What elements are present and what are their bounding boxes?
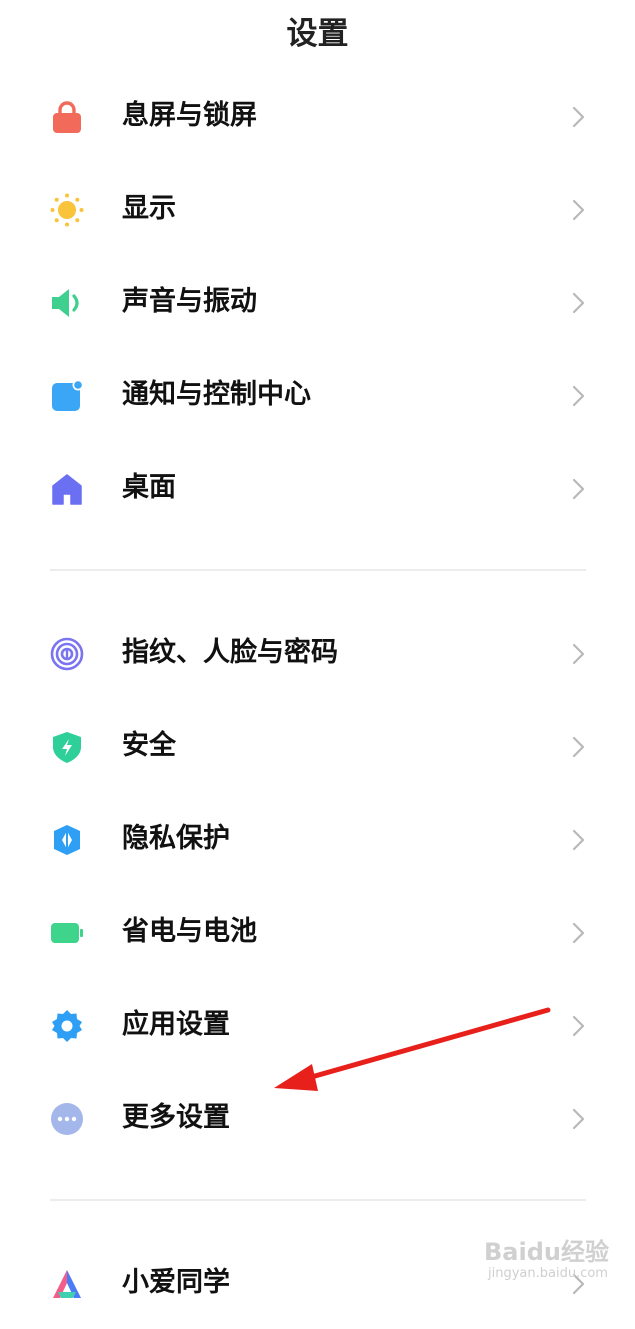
home-icon xyxy=(50,472,84,506)
settings-item-label: 省电与电池 xyxy=(122,916,257,947)
xiaoai-icon xyxy=(50,1267,84,1301)
settings-item-label: 应用设置 xyxy=(122,1009,230,1040)
section-divider xyxy=(50,569,586,571)
sun-icon xyxy=(50,193,84,227)
chevron-right-icon xyxy=(566,827,590,853)
chevron-right-icon xyxy=(566,383,590,409)
settings-item-more-settings[interactable]: 更多设置 xyxy=(0,1072,635,1164)
settings-item-lock-screen[interactable]: 息屏与锁屏 xyxy=(0,70,635,162)
chevron-right-icon xyxy=(566,734,590,760)
chevron-right-icon xyxy=(566,641,590,667)
battery-icon xyxy=(50,916,84,950)
lock-icon xyxy=(50,100,84,134)
settings-item-label: 更多设置 xyxy=(122,1102,230,1133)
settings-item-label: 安全 xyxy=(122,730,176,761)
gear-icon xyxy=(50,1009,84,1043)
settings-item-fingerprint[interactable]: 指纹、人脸与密码 xyxy=(0,607,635,699)
settings-item-label: 息屏与锁屏 xyxy=(122,100,257,131)
settings-item-display[interactable]: 显示 xyxy=(0,163,635,255)
chevron-right-icon xyxy=(566,104,590,130)
settings-item-privacy[interactable]: 隐私保护 xyxy=(0,793,635,885)
settings-item-sound[interactable]: 声音与振动 xyxy=(0,256,635,348)
more-icon xyxy=(50,1102,84,1136)
settings-item-security[interactable]: 安全 xyxy=(0,700,635,792)
settings-item-xiaoai[interactable]: 小爱同学 xyxy=(0,1237,635,1329)
settings-item-label: 小爱同学 xyxy=(122,1267,230,1298)
section-divider xyxy=(50,1199,586,1201)
chevron-right-icon xyxy=(566,1106,590,1132)
settings-item-desktop[interactable]: 桌面 xyxy=(0,442,635,534)
settings-item-label: 显示 xyxy=(122,193,176,224)
notification-icon xyxy=(50,379,84,413)
settings-item-label: 通知与控制中心 xyxy=(122,379,311,410)
speaker-icon xyxy=(50,286,84,320)
privacy-icon xyxy=(50,823,84,857)
chevron-right-icon xyxy=(566,920,590,946)
chevron-right-icon xyxy=(566,476,590,502)
shield-icon xyxy=(50,730,84,764)
settings-item-label: 桌面 xyxy=(122,472,176,503)
settings-item-label: 声音与振动 xyxy=(122,286,257,317)
page-title: 设置 xyxy=(286,16,349,52)
chevron-right-icon xyxy=(566,290,590,316)
settings-item-battery[interactable]: 省电与电池 xyxy=(0,886,635,978)
chevron-right-icon xyxy=(566,1013,590,1039)
chevron-right-icon xyxy=(566,1271,590,1297)
settings-item-label: 指纹、人脸与密码 xyxy=(122,637,338,668)
settings-item-label: 隐私保护 xyxy=(122,823,230,854)
fingerprint-icon xyxy=(50,637,84,671)
settings-item-notifications[interactable]: 通知与控制中心 xyxy=(0,349,635,441)
chevron-right-icon xyxy=(566,197,590,223)
settings-item-app-settings[interactable]: 应用设置 xyxy=(0,979,635,1071)
